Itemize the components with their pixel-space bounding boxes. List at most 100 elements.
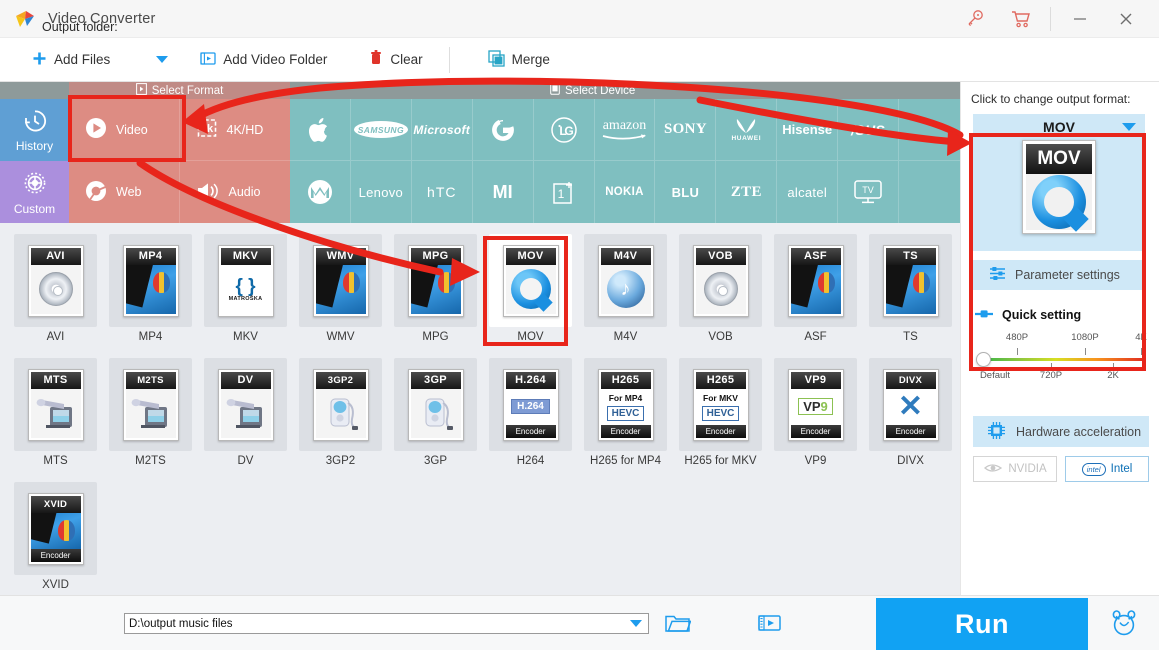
brand-label: Microsoft [413, 122, 471, 137]
tile-label: MTS [43, 455, 68, 467]
format-tile-avi[interactable]: AVI AVI [12, 234, 99, 352]
output-format-card[interactable]: MOV MOV [973, 114, 1145, 251]
quality-slider[interactable]: 480P 1080P 4K Default 720P 2K [973, 330, 1149, 392]
device-htc[interactable]: hTC [412, 161, 473, 223]
file-icon-footer: Encoder [695, 424, 746, 438]
clear-button[interactable]: Clear [359, 38, 432, 82]
device-blu[interactable]: BLU [655, 161, 717, 223]
format-tile-vp9[interactable]: VP9 VP9 Encoder VP9 [772, 358, 859, 476]
format-tile-xvid[interactable]: XVID Encoder XVID [12, 482, 99, 600]
browse-folder-button[interactable] [662, 612, 694, 638]
file-icon-badge: VOB [695, 247, 746, 265]
tile-label: M2TS [135, 455, 166, 467]
tile-label: M4V [613, 331, 638, 343]
file-icon-art [315, 388, 366, 438]
format-tile-wmv[interactable]: WMV WMV [297, 234, 384, 352]
format-tile-row-2: MTS MTS M2TS M2TS DV DV 3GP2 3GP2 3GP 3G… [8, 355, 960, 479]
merge-button[interactable]: Merge [478, 38, 560, 82]
format-tile-mov[interactable]: MOV MOV [487, 234, 574, 352]
device-samsung[interactable]: SAMSUNG [350, 99, 412, 161]
device-nokia[interactable]: NOKIA [595, 161, 656, 223]
video-converter-window: Video Converter Add Files Add Video Fold… [0, 0, 1159, 650]
parameter-settings-button[interactable]: Parameter settings [973, 260, 1145, 290]
device-apple[interactable] [290, 99, 351, 161]
tile-thumbnail: MTS [14, 358, 97, 451]
device-hisense[interactable]: Hisense [777, 99, 839, 161]
output-folder-dropdown-icon[interactable] [630, 620, 642, 627]
device-google[interactable] [472, 99, 534, 161]
device-sony[interactable]: SONY [655, 99, 717, 161]
rail-item-label: History [15, 138, 54, 153]
file-icon: 3GP2 [312, 368, 369, 441]
camcorder-icon [226, 399, 262, 428]
format-tile-vob[interactable]: VOB VOB [677, 234, 764, 352]
hardware-acceleration-button[interactable]: Hardware acceleration [973, 416, 1149, 447]
select-format-header: Select Format [69, 82, 290, 99]
gpu-intel-button[interactable]: intel Intel [1065, 456, 1149, 482]
rail-item-history[interactable]: History [0, 99, 69, 161]
clear-label: Clear [390, 52, 423, 67]
device-huawei[interactable]: HUAWEI [716, 99, 778, 161]
add-files-dropdown-icon[interactable] [156, 56, 169, 63]
format-tile-m4v[interactable]: M4V ♪ M4V [582, 234, 669, 352]
disc-icon [703, 272, 738, 306]
format-tile-asf[interactable]: ASF ASF [772, 234, 859, 352]
selector-rail: History Custom [0, 99, 69, 223]
format-tile-3gp[interactable]: 3GP 3GP [392, 358, 479, 476]
parameter-settings-label: Parameter settings [1015, 268, 1120, 282]
device-xiaomi[interactable]: MI [473, 161, 534, 223]
slider-thumb[interactable] [976, 352, 991, 367]
open-output-folder-button[interactable] [755, 611, 785, 639]
device-motorola[interactable] [290, 161, 351, 223]
format-tile-mkv[interactable]: MKV { } MATROŠKA MKV [202, 234, 289, 352]
file-icon: AVI [27, 244, 84, 317]
format-tile-mts[interactable]: MTS MTS [12, 358, 99, 476]
output-folder-input[interactable] [124, 613, 649, 634]
svg-text:G: G [564, 124, 573, 138]
close-icon[interactable] [1103, 0, 1149, 38]
brand-label: NOKIA [605, 186, 644, 198]
rail-item-label: Custom [13, 201, 56, 216]
category-audio[interactable]: Audio [180, 161, 291, 223]
slider-label-default: Default [979, 370, 1011, 381]
chevron-down-icon[interactable] [1122, 123, 1136, 131]
format-tile-3gp2[interactable]: 3GP2 3GP2 [297, 358, 384, 476]
tile-label: MKV [233, 331, 258, 343]
category-web[interactable]: Web [69, 161, 180, 223]
format-tile-mp4[interactable]: MP4 MP4 [107, 234, 194, 352]
device-alcatel[interactable]: alcatel [777, 161, 839, 223]
device-lg[interactable]: LG [533, 99, 595, 161]
format-tile-divx[interactable]: DIVX ✕ Encoder DIVX [867, 358, 954, 476]
rail-item-custom[interactable]: Custom [0, 161, 69, 223]
key-icon[interactable] [952, 0, 998, 38]
device-asus[interactable]: /SUS [838, 99, 900, 161]
device-amazon[interactable]: amazon [594, 99, 656, 161]
device-oneplus[interactable]: 1 [534, 161, 595, 223]
category-4k-hd[interactable]: 4k 4K/HD [179, 99, 290, 161]
format-tile-dv[interactable]: DV DV [202, 358, 289, 476]
title-bar-controls [952, 0, 1159, 37]
category-video[interactable]: Video [69, 99, 180, 161]
file-play-icon [135, 83, 147, 98]
slider-track[interactable] [983, 358, 1145, 361]
format-tile-mpg[interactable]: MPG MPG [392, 234, 479, 352]
format-tile-m2ts[interactable]: M2TS M2TS [107, 358, 194, 476]
format-tile-h264[interactable]: H.264 H.264 Encoder H264 [487, 358, 574, 476]
format-tile-ts[interactable]: TS TS [867, 234, 954, 352]
file-icon-badge: ASF [790, 247, 841, 265]
minimize-icon[interactable] [1057, 0, 1103, 38]
device-lenovo[interactable]: Lenovo [351, 161, 412, 223]
add-files-button[interactable]: Add Files [22, 38, 120, 82]
add-video-folder-button[interactable]: Add Video Folder [190, 38, 337, 82]
gpu-nvidia-button[interactable]: NVIDIA [973, 456, 1057, 482]
schedule-button[interactable] [1106, 608, 1142, 642]
format-tile-h265-mkv[interactable]: H265 For MKV HEVC Encoder H265 for MKV [677, 358, 764, 476]
cart-icon[interactable] [998, 0, 1044, 38]
device-zte[interactable]: ZTE [716, 161, 778, 223]
plus-icon [32, 51, 47, 69]
device-tv[interactable]: TV [838, 161, 900, 223]
balloon-art-icon [410, 264, 461, 314]
device-microsoft[interactable]: Microsoft [411, 99, 473, 161]
run-button[interactable]: Run [876, 598, 1088, 650]
format-tile-h265-mp4[interactable]: H265 For MP4 HEVC Encoder H265 for MP4 [582, 358, 669, 476]
